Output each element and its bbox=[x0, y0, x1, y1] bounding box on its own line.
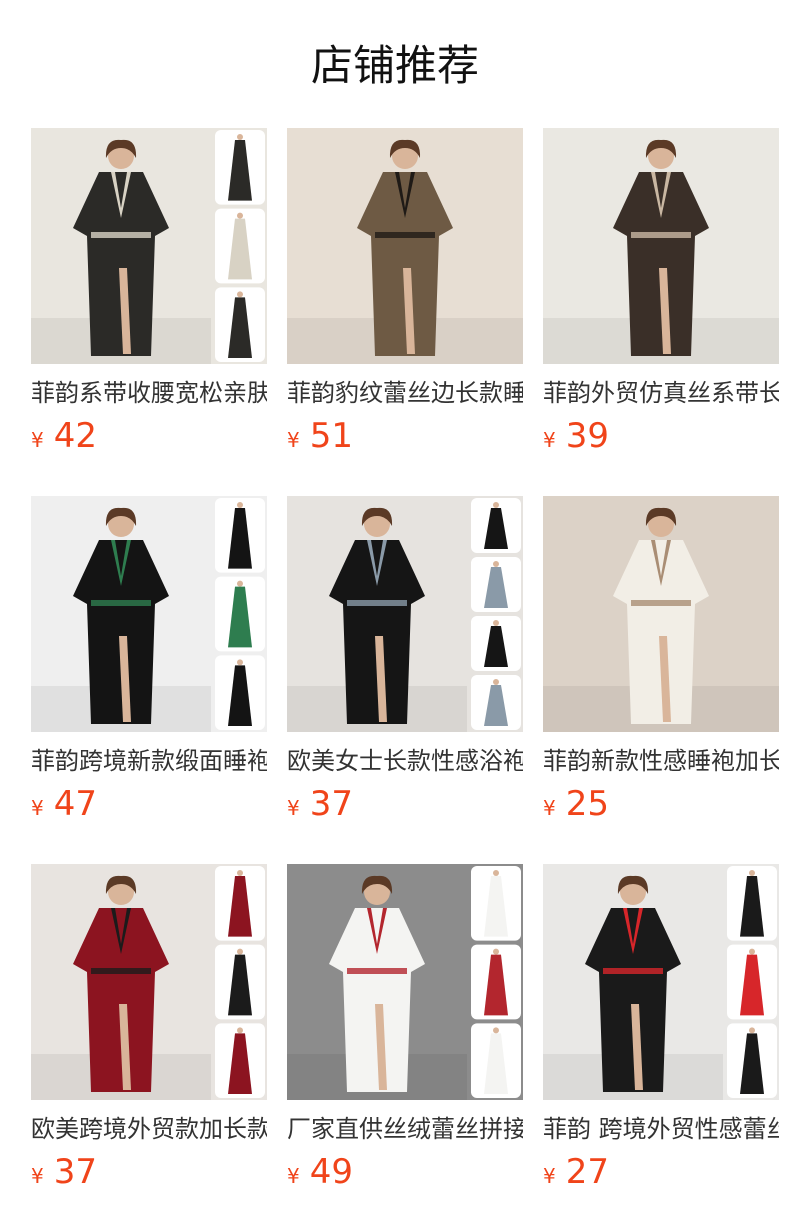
product-card[interactable]: 欧美女士长款性感浴袍 ¥37 bbox=[287, 496, 523, 864]
product-image[interactable] bbox=[543, 496, 779, 732]
price-amount: 47 bbox=[53, 784, 97, 824]
product-card[interactable]: 菲韵跨境新款缎面睡袍 ¥47 bbox=[31, 496, 267, 864]
product-card[interactable]: 菲韵新款性感睡袍加长 ¥25 bbox=[543, 496, 779, 864]
currency-symbol: ¥ bbox=[31, 1164, 44, 1188]
currency-symbol: ¥ bbox=[543, 796, 556, 820]
product-title[interactable]: 菲韵新款性感睡袍加长 bbox=[543, 744, 779, 778]
currency-symbol: ¥ bbox=[543, 1164, 556, 1188]
product-price: ¥39 bbox=[543, 414, 609, 458]
product-price: ¥47 bbox=[31, 782, 97, 826]
product-title[interactable]: 欧美女士长款性感浴袍 bbox=[287, 744, 523, 778]
page-title: 店铺推荐 bbox=[310, 41, 479, 90]
price-amount: 37 bbox=[309, 784, 353, 824]
product-price: ¥42 bbox=[31, 414, 97, 458]
product-title[interactable]: 菲韵外贸仿真丝系带长 bbox=[543, 376, 779, 410]
product-image[interactable] bbox=[31, 864, 267, 1100]
product-card[interactable]: 欧美跨境外贸款加长款 ¥37 bbox=[31, 864, 267, 1232]
price-amount: 42 bbox=[53, 416, 97, 456]
product-image[interactable] bbox=[31, 496, 267, 732]
currency-symbol: ¥ bbox=[31, 428, 44, 452]
currency-symbol: ¥ bbox=[31, 796, 44, 820]
price-amount: 49 bbox=[309, 1152, 353, 1192]
price-amount: 39 bbox=[565, 416, 609, 456]
product-price: ¥51 bbox=[287, 414, 353, 458]
product-price: ¥49 bbox=[287, 1150, 353, 1194]
product-image[interactable] bbox=[543, 128, 779, 364]
product-card[interactable]: 厂家直供丝绒蕾丝拼接 ¥49 bbox=[287, 864, 523, 1232]
price-amount: 27 bbox=[565, 1152, 609, 1192]
product-image[interactable] bbox=[287, 496, 523, 732]
product-title[interactable]: 菲韵豹纹蕾丝边长款睡 bbox=[287, 376, 523, 410]
currency-symbol: ¥ bbox=[287, 796, 300, 820]
product-card[interactable]: 菲韵外贸仿真丝系带长 ¥39 bbox=[543, 128, 779, 496]
product-grid: 菲韵系带收腰宽松亲肤 ¥42 菲韵豹纹蕾丝边长款睡 ¥51 菲韵外贸仿真丝系带长 ¥39 菲… bbox=[31, 128, 779, 1232]
product-title[interactable]: 欧美跨境外贸款加长款 bbox=[31, 1112, 267, 1146]
product-price: ¥25 bbox=[543, 782, 609, 826]
product-image[interactable] bbox=[31, 128, 267, 364]
product-image[interactable] bbox=[287, 128, 523, 364]
price-amount: 51 bbox=[309, 416, 353, 456]
product-title[interactable]: 菲韵跨境新款缎面睡袍 bbox=[31, 744, 267, 778]
product-card[interactable]: 菲韵系带收腰宽松亲肤 ¥42 bbox=[31, 128, 267, 496]
product-title[interactable]: 菲韵 跨境外贸性感蕾丝 bbox=[543, 1112, 779, 1146]
price-amount: 37 bbox=[53, 1152, 97, 1192]
product-title[interactable]: 菲韵系带收腰宽松亲肤 bbox=[31, 376, 267, 410]
currency-symbol: ¥ bbox=[543, 428, 556, 452]
price-amount: 25 bbox=[565, 784, 609, 824]
product-card[interactable]: 菲韵豹纹蕾丝边长款睡 ¥51 bbox=[287, 128, 523, 496]
product-image[interactable] bbox=[287, 864, 523, 1100]
product-price: ¥37 bbox=[287, 782, 353, 826]
product-price: ¥27 bbox=[543, 1150, 609, 1194]
currency-symbol: ¥ bbox=[287, 428, 300, 452]
product-card[interactable]: 菲韵 跨境外贸性感蕾丝 ¥27 bbox=[543, 864, 779, 1232]
currency-symbol: ¥ bbox=[287, 1164, 300, 1188]
product-image[interactable] bbox=[543, 864, 779, 1100]
product-title[interactable]: 厂家直供丝绒蕾丝拼接 bbox=[287, 1112, 523, 1146]
product-price: ¥37 bbox=[31, 1150, 97, 1194]
